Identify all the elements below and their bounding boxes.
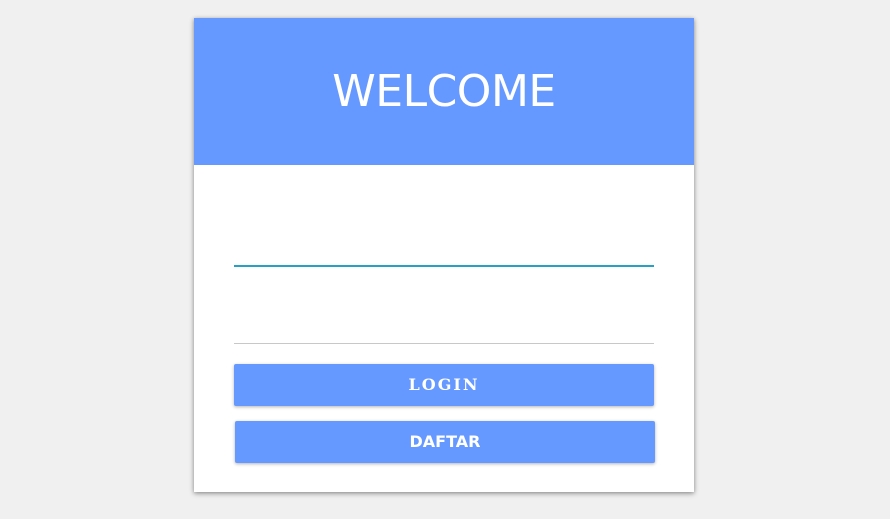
daftar-button[interactable]: DAFTAR — [235, 421, 655, 463]
welcome-header: WELCOME — [194, 18, 694, 165]
login-button[interactable]: LOGIN — [234, 364, 654, 406]
page-title: WELCOME — [332, 66, 556, 117]
username-field[interactable] — [234, 231, 654, 267]
login-card: WELCOME LOGIN DAFTAR — [194, 18, 694, 492]
password-field[interactable] — [234, 309, 654, 344]
